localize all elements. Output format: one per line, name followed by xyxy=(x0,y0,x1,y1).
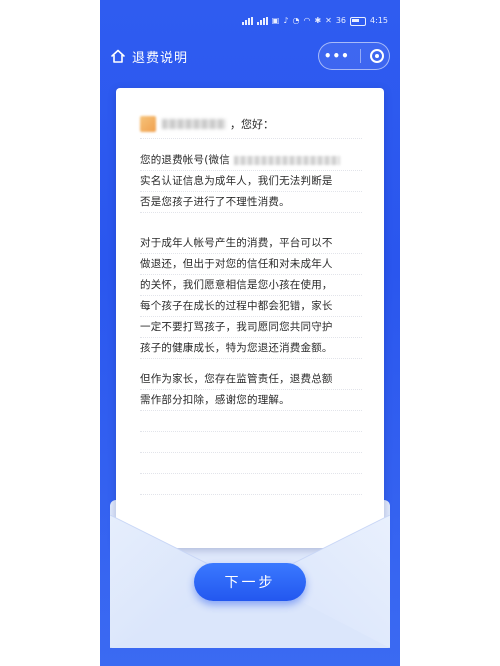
letter-line: 实名认证信息为成年人，我们无法判断是 xyxy=(140,175,333,187)
letter-line: 做退还，但出于对您的信任和对未成年人 xyxy=(140,258,333,270)
letter-line: 一定不要打骂孩子，我司愿同您共同守护 xyxy=(140,321,333,333)
letter-rule xyxy=(140,452,362,453)
next-step-button[interactable]: 下一步 xyxy=(194,563,306,601)
letter-line: 需作部分扣除，感谢您的理解。 xyxy=(140,394,290,406)
target-icon[interactable] xyxy=(370,49,385,63)
status-bar: ▣ ♪ ◔ ◠ ✱ ✕ 36 4:15 xyxy=(100,0,400,42)
capsule-divider xyxy=(359,49,361,63)
more-dots-icon[interactable]: ••• xyxy=(324,49,350,63)
phone-screen: ▣ ♪ ◔ ◠ ✱ ✕ 36 4:15 退费说明 ••• ，您好： 您的退费帐号… xyxy=(100,0,400,666)
letter-rule xyxy=(140,410,362,411)
bluetooth-icon: ✱ xyxy=(314,16,322,25)
letter-line: 您的退费帐号(微信 xyxy=(140,150,360,170)
avatar xyxy=(140,116,156,132)
letter-line: 的关怀，我们愿意相信是您小孩在使用， xyxy=(140,279,333,291)
battery-icon xyxy=(350,16,367,26)
letter-line: 对于成年人帐号产生的消费，平台可以不 xyxy=(140,237,333,249)
letter-line: 否是您孩子进行了不理性消费。 xyxy=(140,196,290,208)
notification-icon: ◔ xyxy=(292,16,300,25)
nav-bar: 退费说明 ••• xyxy=(100,42,400,70)
letter-rule xyxy=(140,358,362,359)
tiktok-icon: ♪ xyxy=(283,16,289,25)
greeting-row: ，您好： xyxy=(140,112,274,136)
redacted-username xyxy=(162,119,226,129)
redacted-account xyxy=(233,155,340,165)
greeting-text: ，您好： xyxy=(230,118,274,131)
letter-rule xyxy=(140,138,362,139)
letter-line: 每个孩子在成长的过程中都会犯错，家长 xyxy=(140,300,333,312)
message-icon: ▣ xyxy=(271,16,280,25)
battery-percent: 36 xyxy=(335,16,347,25)
page-title: 退费说明 xyxy=(132,50,189,66)
letter-card: ，您好： 您的退费帐号(微信 实名认证信息为成年人，我们无法判断是 否是您孩子进… xyxy=(116,88,384,548)
status-time: 4:15 xyxy=(370,16,388,25)
letter-rule xyxy=(140,473,362,474)
letter-rule xyxy=(140,494,362,495)
home-icon[interactable] xyxy=(110,48,126,64)
letter-line: 孩子的健康成长，特为您退还消费金额。 xyxy=(140,342,333,354)
signal-icon-2 xyxy=(256,17,268,25)
letter-rule xyxy=(140,212,362,213)
letter-rule xyxy=(140,431,362,432)
mute-icon: ✕ xyxy=(325,16,332,25)
letter-line: 但作为家长，您存在监管责任，退费总额 xyxy=(140,373,333,385)
wifi-icon: ◠ xyxy=(303,16,311,25)
signal-icon xyxy=(241,17,253,25)
mini-program-capsule: ••• xyxy=(318,42,390,70)
